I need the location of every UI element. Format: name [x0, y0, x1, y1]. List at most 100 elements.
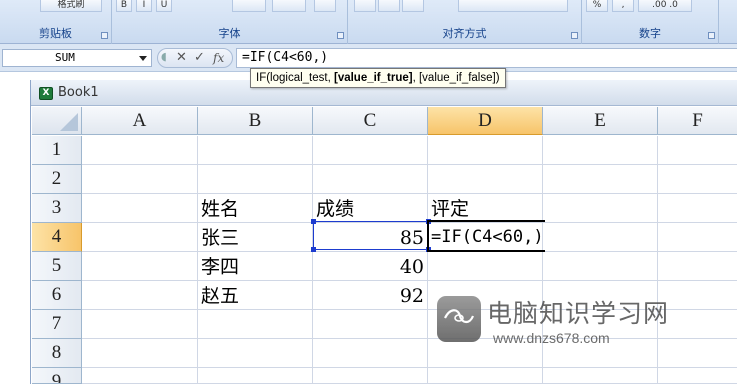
align-left-button[interactable]	[354, 0, 376, 12]
align-center-button[interactable]	[378, 0, 400, 12]
watermark-logo-icon	[437, 296, 481, 342]
cell-b5[interactable]: 李四	[198, 252, 313, 281]
cancel-icon[interactable]: ✕	[176, 50, 187, 65]
row-header-5[interactable]: 5	[32, 252, 82, 281]
grid-cell[interactable]	[198, 368, 313, 384]
grid-cell[interactable]	[543, 252, 658, 281]
grid-cell[interactable]	[543, 136, 658, 165]
column-header-d[interactable]: D	[428, 107, 543, 135]
row-header-3[interactable]: 3	[32, 194, 82, 223]
grid-cell[interactable]	[313, 368, 428, 384]
grid-cell[interactable]	[658, 194, 737, 223]
grid-cell[interactable]	[82, 310, 198, 339]
grid-cell[interactable]	[658, 136, 737, 165]
grid-cell[interactable]	[658, 368, 737, 384]
grid-cell[interactable]	[198, 136, 313, 165]
chevron-down-icon[interactable]	[139, 56, 147, 61]
percent-button[interactable]: %	[586, 0, 608, 12]
grid-cell[interactable]	[82, 194, 198, 223]
decimal-button[interactable]: .00 .0	[638, 0, 692, 12]
grid-cell[interactable]	[543, 368, 658, 384]
grid-cell[interactable]	[658, 165, 737, 194]
comma-button[interactable]: ,	[612, 0, 634, 12]
grid-cell[interactable]	[82, 223, 198, 252]
enter-icon[interactable]: ✓	[194, 50, 205, 65]
select-all-button[interactable]	[32, 107, 82, 135]
row-header-4[interactable]: 4	[32, 223, 82, 252]
row-header-1[interactable]: 1	[32, 136, 82, 165]
function-tooltip: IF(logical_test, [value_if_true], [value…	[250, 68, 506, 88]
underline-button[interactable]: U	[156, 0, 172, 12]
name-box[interactable]: SUM	[2, 49, 152, 67]
cell-d3[interactable]: 评定	[428, 194, 543, 223]
percent-label: %	[592, 0, 602, 10]
grid-cell[interactable]	[82, 252, 198, 281]
grid-cell[interactable]	[82, 339, 198, 368]
italic-button[interactable]: I	[136, 0, 152, 12]
grid-cell[interactable]	[82, 368, 198, 384]
grid-cell[interactable]	[82, 136, 198, 165]
grid-cell[interactable]	[313, 165, 428, 194]
grid-cell[interactable]	[313, 339, 428, 368]
cell-b4[interactable]: 张三	[198, 223, 313, 252]
grid-cell[interactable]	[198, 310, 313, 339]
grid-cell[interactable]	[428, 368, 543, 384]
align-right-button[interactable]	[402, 0, 424, 12]
column-header-f[interactable]: F	[658, 107, 737, 135]
tooltip-current-arg[interactable]: [value_if_true]	[334, 72, 413, 84]
alignment-launcher-icon[interactable]	[571, 32, 578, 39]
cell-c5[interactable]: 40	[313, 252, 428, 281]
row-header-2[interactable]: 2	[32, 165, 82, 194]
formula-buttons: ◖ ✕ ✓ fx	[157, 48, 233, 68]
row-header-6[interactable]: 6	[32, 281, 82, 310]
cell-b3[interactable]: 姓名	[198, 194, 313, 223]
ribbon-group-clipboard: 格式刷 剪贴板	[0, 0, 112, 44]
grid-cell[interactable]	[82, 165, 198, 194]
insert-function-icon[interactable]: fx	[213, 51, 224, 65]
ribbon-group-label: 字体	[218, 27, 241, 40]
grid-cell[interactable]	[198, 165, 313, 194]
tooltip-suffix: , [value_if_false])	[412, 72, 500, 84]
grid-cell[interactable]	[428, 165, 543, 194]
grid-cell[interactable]	[543, 165, 658, 194]
cell-d4-editing[interactable]: =IF(C4<60,)	[428, 223, 588, 252]
grid-cell[interactable]	[428, 252, 543, 281]
clipboard-launcher-icon[interactable]	[101, 32, 108, 39]
row-header-9[interactable]: 9	[32, 368, 82, 384]
grid-cell[interactable]	[658, 252, 737, 281]
number-launcher-icon[interactable]	[708, 32, 715, 39]
ribbon: 格式刷 剪贴板 B I U 字体 对齐方式 % , .00 .0 数字	[0, 0, 737, 44]
watermark-url: www.dnzs678.com	[493, 330, 610, 346]
workbook-title: Book1	[58, 85, 99, 100]
grid-cell[interactable]	[198, 339, 313, 368]
grid-cell[interactable]	[313, 310, 428, 339]
column-header-c[interactable]: C	[313, 107, 428, 135]
column-header-a[interactable]: A	[82, 107, 198, 135]
cell-c6[interactable]: 92	[313, 281, 428, 310]
comma-label: ,	[621, 0, 625, 10]
formula-input[interactable]: =IF(C4<60,)	[236, 48, 737, 68]
row-header-7[interactable]: 7	[32, 310, 82, 339]
tooltip-prefix: IF(logical_test,	[256, 72, 334, 84]
grid-cell[interactable]	[658, 223, 737, 252]
column-header-e[interactable]: E	[543, 107, 658, 135]
cell-b6[interactable]: 赵五	[198, 281, 313, 310]
grid-cell[interactable]	[313, 136, 428, 165]
cell-c3[interactable]: 成绩	[313, 194, 428, 223]
bold-button[interactable]: B	[116, 0, 132, 12]
ribbon-group-number: % , .00 .0 数字	[582, 0, 719, 44]
font-launcher-icon[interactable]	[337, 32, 344, 39]
grid-cell[interactable]	[428, 136, 543, 165]
grid-cell[interactable]	[82, 281, 198, 310]
font-color-button[interactable]	[272, 0, 306, 12]
grid-cell[interactable]	[543, 194, 658, 223]
phonetic-button[interactable]	[314, 0, 336, 12]
format-painter-button[interactable]: 格式刷	[40, 0, 102, 12]
ribbon-group-label: 对齐方式	[442, 27, 487, 40]
grip-icon: ◖	[161, 50, 167, 63]
merge-center-button[interactable]	[458, 0, 568, 12]
fill-color-button[interactable]	[232, 0, 266, 12]
cell-c4[interactable]: 85	[313, 223, 428, 252]
row-header-8[interactable]: 8	[32, 339, 82, 368]
column-header-b[interactable]: B	[198, 107, 313, 135]
